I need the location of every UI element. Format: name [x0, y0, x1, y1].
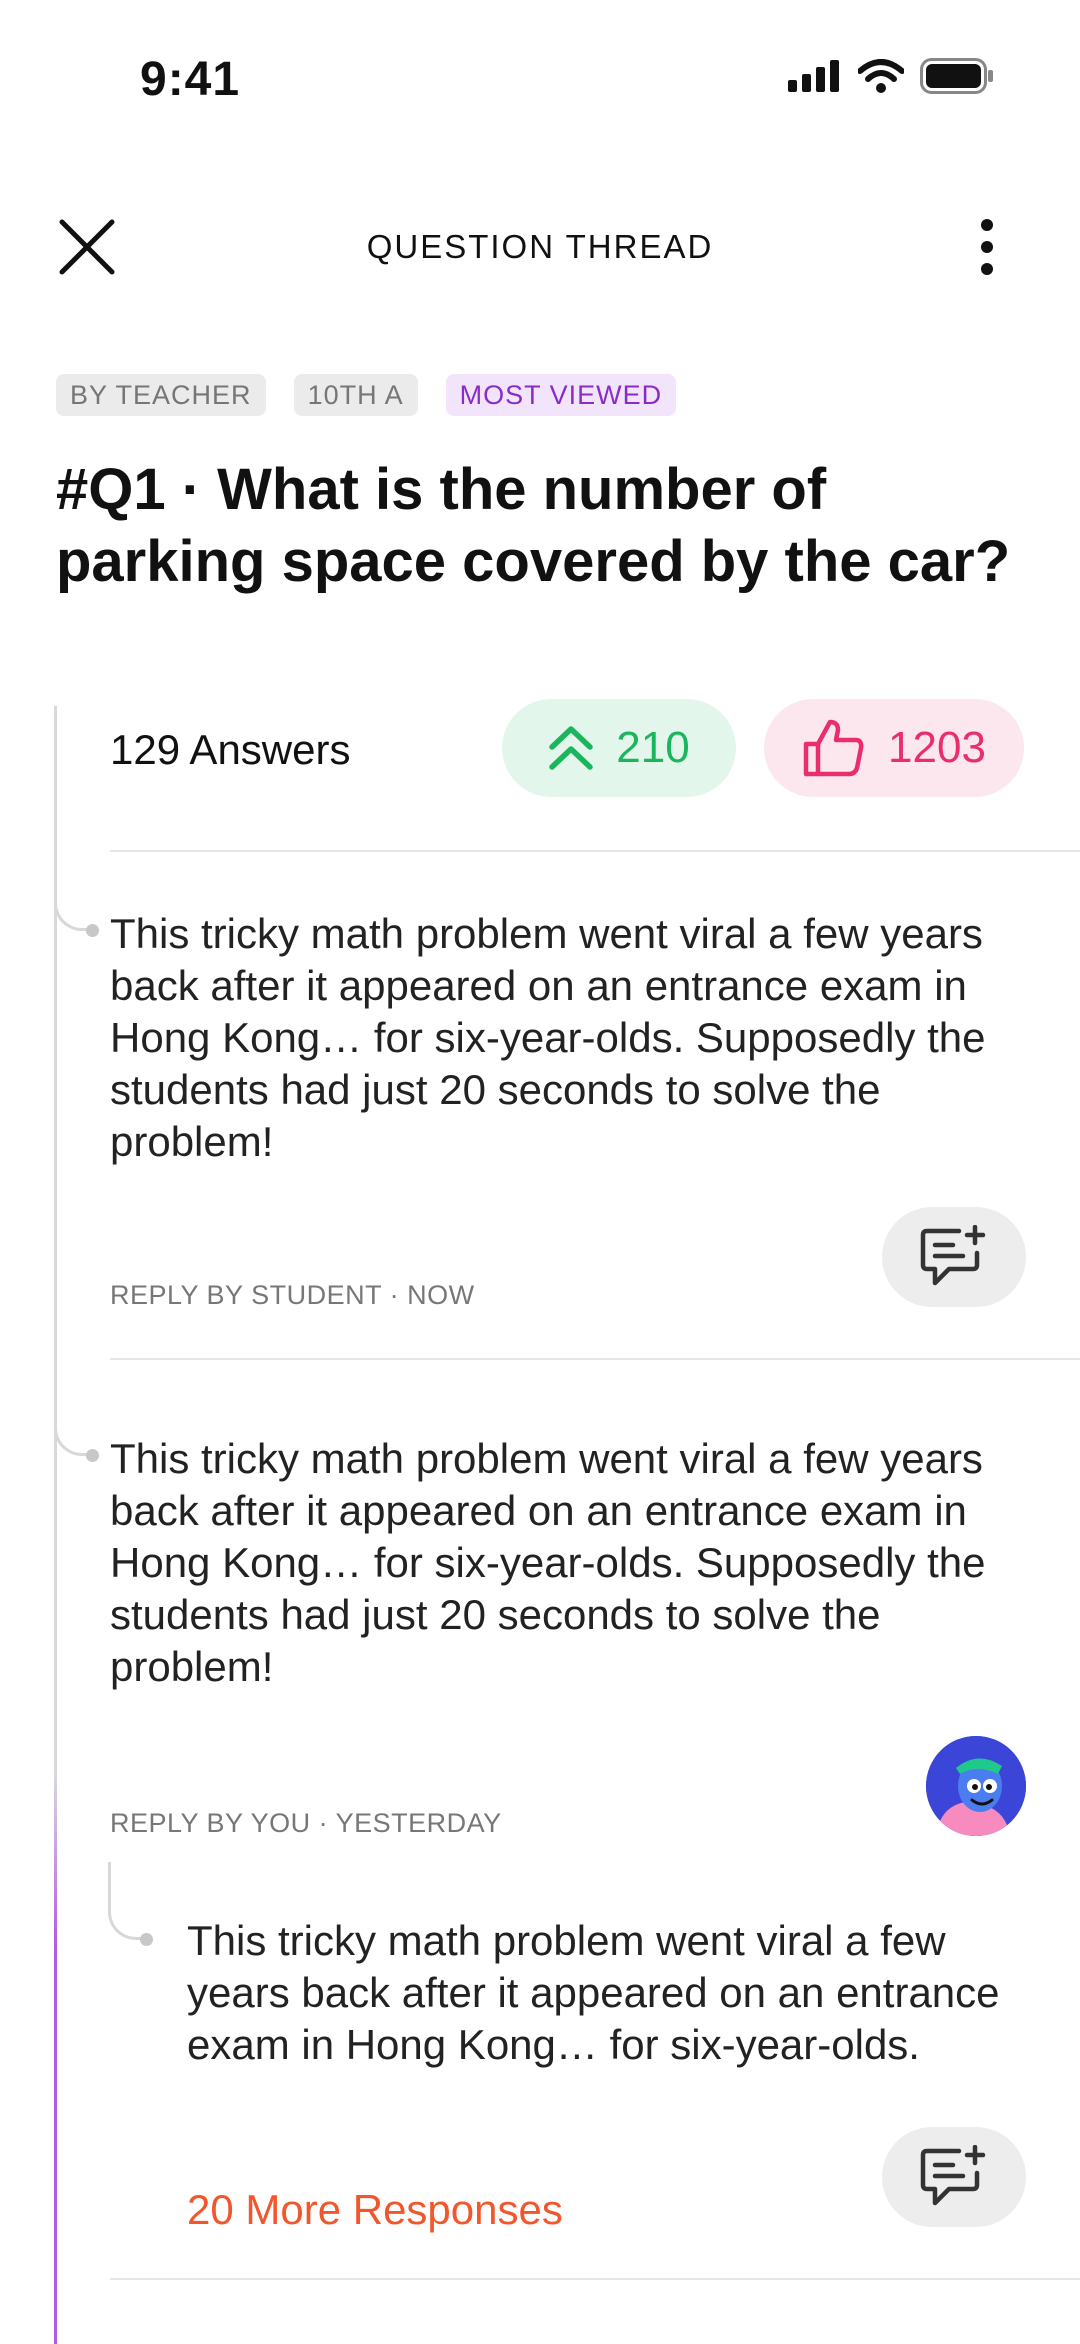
tag-list: BY TEACHER 10TH A MOST VIEWED [56, 374, 677, 416]
avatar[interactable] [926, 1736, 1026, 1836]
avatar-illustration [926, 1736, 1026, 1836]
reply-button[interactable] [882, 2127, 1026, 2227]
more-responses-link[interactable]: 20 More Responses [187, 2186, 563, 2234]
status-time: 9:41 [140, 53, 241, 106]
page-title: QUESTION THREAD [366, 228, 714, 265]
nested-reply-text: This tricky math problem went viral a fe… [187, 1917, 1000, 2068]
wifi-icon [858, 59, 904, 93]
thread-line [54, 706, 57, 1776]
thread-line-active [54, 1776, 57, 2344]
thread-dot [86, 924, 99, 937]
thread-dot [86, 1449, 99, 1462]
divider [110, 2278, 1080, 2280]
divider [110, 850, 1080, 852]
like-button[interactable]: 1203 [764, 699, 1024, 797]
divider [110, 1358, 1080, 1360]
reply-message-icon [920, 1225, 986, 1286]
answer-text: This tricky math problem went viral a fe… [110, 910, 986, 1165]
upvote-button[interactable]: 210 [502, 699, 736, 797]
tag-most-viewed: MOST VIEWED [445, 374, 677, 416]
answer-meta: REPLY BY YOU · YESTERDAY [110, 1808, 502, 1838]
status-icons [788, 58, 994, 94]
question-title: #Q1 · What is the number of parking spac… [56, 457, 1011, 594]
double-chevron-up-icon [549, 726, 594, 770]
answer-text: This tricky math problem went viral a fe… [110, 1435, 986, 1690]
thread-dot [140, 1933, 153, 1946]
thumbs-up-icon [803, 719, 864, 777]
thread-branch [108, 1862, 148, 1940]
question-thread-screen: 9:41 QUESTION THREAD BY TEACHER 10TH A M… [0, 0, 1080, 2344]
reply-button[interactable] [882, 1207, 1026, 1307]
more-vertical-icon[interactable] [972, 218, 1002, 276]
reply-message-icon [920, 2145, 986, 2206]
upvote-count: 210 [616, 723, 690, 772]
tag-author: BY TEACHER [56, 374, 266, 416]
answer-meta: REPLY BY STUDENT · NOW [110, 1280, 475, 1310]
signal-icon [788, 60, 839, 92]
tag-class: 10TH A [293, 374, 418, 416]
answers-count: 129 Answers [110, 726, 351, 773]
battery-icon [920, 58, 993, 94]
like-count: 1203 [888, 723, 986, 772]
